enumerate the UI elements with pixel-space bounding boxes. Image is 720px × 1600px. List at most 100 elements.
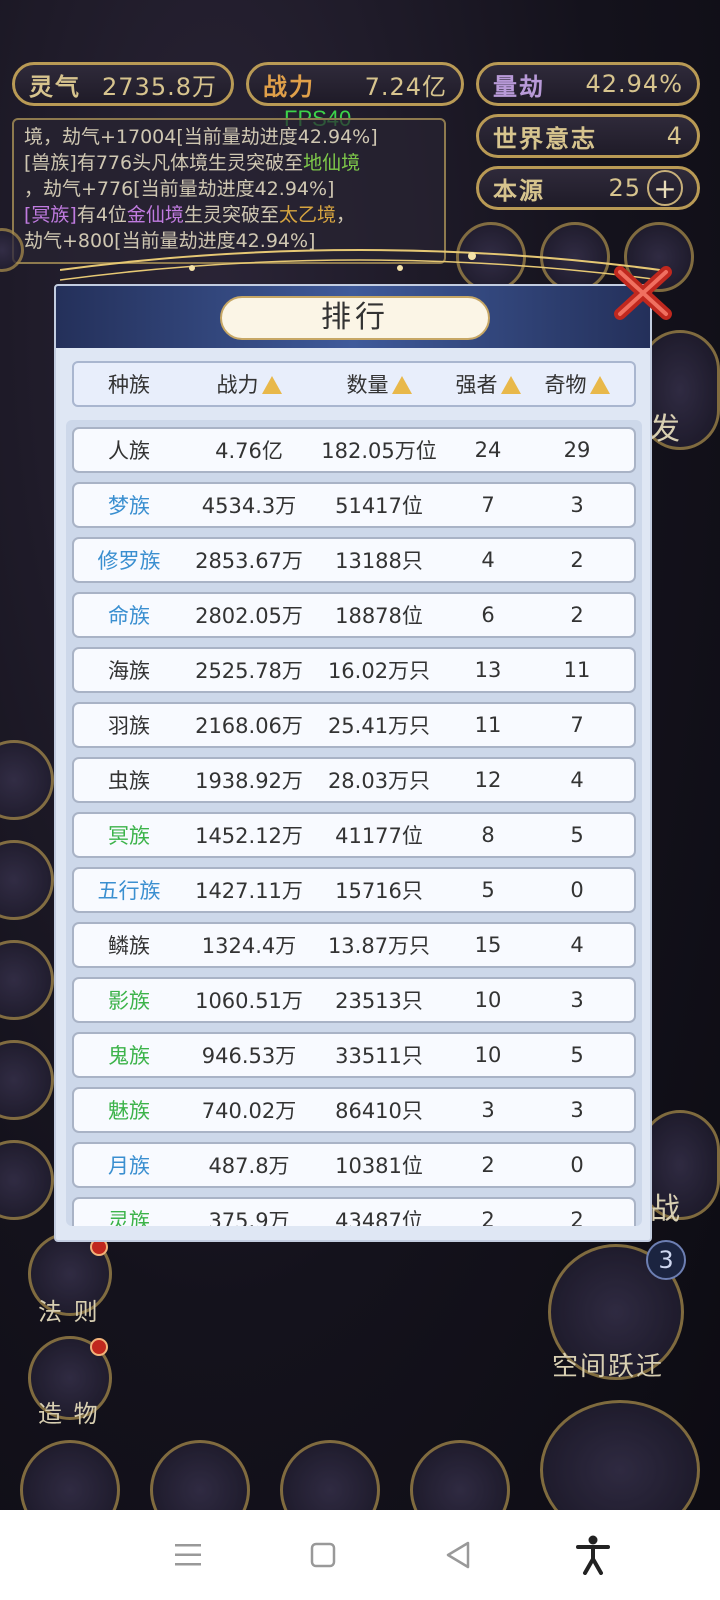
zhanli-label: 战力 [263,72,315,101]
table-row[interactable]: 月族 487.8万 10381位 2 0 [72,1142,636,1188]
power-cell: 2802.05万 [195,604,303,628]
race-cell: 灵族 [108,1209,150,1226]
items-cell: 3 [570,493,584,517]
strong-cell: 5 [481,878,495,902]
benyuan-pill[interactable]: 本源 25 + [476,166,700,210]
sort-count-button[interactable]: 数量 [314,369,444,399]
zhanli-value: 7.24亿 [364,72,447,101]
zaowu-label: 造 物 [38,1400,100,1428]
log-text: ， [335,204,355,226]
power-cell: 375.9万 [208,1209,290,1226]
power-cell: 1324.4万 [201,934,297,958]
menu-nav-button[interactable] [158,1525,218,1585]
table-row[interactable]: 灵族 375.9万 43487位 2 2 [72,1197,636,1226]
table-row[interactable]: 命族 2802.05万 18878位 6 2 [72,592,636,638]
table-row[interactable]: 鬼族 946.53万 33511只 10 5 [72,1032,636,1078]
strong-cell: 13 [474,658,502,682]
zhanli-pill[interactable]: 战力 7.24亿 [246,62,464,106]
table-row[interactable]: 羽族 2168.06万 25.41万只 11 7 [72,702,636,748]
count-cell: 23513只 [335,989,423,1013]
benyuan-value: 25 [608,174,641,202]
sort-power-button[interactable]: 战力 [184,369,314,399]
strong-cell: 12 [474,768,502,792]
power-cell: 4534.3万 [201,494,297,518]
table-row[interactable]: 虫族 1938.92万 28.03万只 12 4 [72,757,636,803]
items-cell: 29 [563,438,591,462]
log-line: 境，劫气+17004[当前量劫进度42.94%] [24,126,378,148]
col-header-count: 数量 [346,373,389,397]
count-cell: 33511只 [335,1044,423,1068]
table-row[interactable]: 梦族 4534.3万 51417位 7 3 [72,482,636,528]
home-square-icon [310,1542,335,1568]
count-cell: 13188只 [335,549,423,573]
race-cell: 冥族 [108,824,150,848]
log-realm: 地仙境 [303,152,361,174]
bottom-button-3[interactable] [280,1440,380,1510]
table-row[interactable]: 海族 2525.78万 16.02万只 13 11 [72,647,636,693]
log-text: 生灵突破至 [183,204,279,226]
log-realm: 太乙境 [278,204,336,226]
sort-strong-button[interactable]: 强者 [444,369,532,399]
ranking-list[interactable]: 人族 4.76亿 182.05万位 24 29 梦族 4534.3万 51417位 7 3 修罗族 2… [66,420,642,1226]
items-cell: 3 [570,988,584,1012]
items-cell: 5 [570,823,584,847]
right-partial-label: 发 [650,412,682,447]
accessibility-nav-button[interactable] [563,1525,623,1585]
table-row[interactable]: 影族 1060.51万 23513只 10 3 [72,977,636,1023]
count-cell: 86410只 [335,1099,423,1123]
log-text: [兽族]有776头凡体境生灵突破至 [24,152,304,174]
race-cell: 羽族 [108,714,150,738]
power-cell: 1060.51万 [195,989,303,1013]
close-icon[interactable] [612,262,674,324]
system-nav-bar [0,1510,720,1600]
table-row[interactable]: 鳞族 1324.4万 13.87万只 15 4 [72,922,636,968]
left-button-5[interactable] [0,1140,54,1220]
left-button-2[interactable] [0,840,54,920]
left-button-4[interactable] [0,1040,54,1120]
power-cell: 740.02万 [201,1099,297,1123]
accessibility-icon [575,1535,610,1575]
count-cell: 51417位 [335,494,423,518]
lingqi-pill[interactable]: 灵气 2735.8万 [12,62,234,106]
count-cell: 16.02万只 [327,659,431,683]
table-row[interactable]: 冥族 1452.12万 41177位 8 5 [72,812,636,858]
count-cell: 15716只 [335,879,423,903]
race-cell: 鬼族 [108,1044,150,1068]
table-row[interactable]: 人族 4.76亿 182.05万位 24 29 [72,427,636,473]
race-cell: 虫族 [108,769,150,793]
back-nav-button[interactable] [428,1525,488,1585]
left-button-3[interactable] [0,940,54,1020]
liangjie-pill[interactable]: 量劫 42.94% [476,62,700,106]
log-line: ，劫气+776[当前量劫进度42.94%] [24,178,335,200]
bottom-button-1[interactable] [20,1440,120,1510]
power-cell: 1427.11万 [195,879,303,903]
race-cell: 五行族 [97,879,161,903]
strong-cell: 10 [474,988,502,1012]
shijie-label: 世界意志 [493,124,597,153]
home-nav-button[interactable] [293,1525,353,1585]
bottom-button-2[interactable] [150,1440,250,1510]
shijie-pill[interactable]: 世界意志 4 [476,114,700,158]
bottom-button-5[interactable] [540,1400,700,1510]
log-line: [冥族]有4位金仙境生灵突破至太乙境， [24,202,434,228]
table-row[interactable]: 魅族 740.02万 86410只 3 3 [72,1087,636,1133]
sort-items-button[interactable]: 奇物 [532,369,622,399]
bottom-button-4[interactable] [410,1440,510,1510]
left-button-1[interactable] [0,740,54,820]
liangjie-value: 42.94% [585,70,683,98]
table-row[interactable]: 修罗族 2853.67万 13188只 4 2 [72,537,636,583]
power-cell: 487.8万 [208,1154,290,1178]
items-cell: 5 [570,1043,584,1067]
add-benyuan-button[interactable]: + [647,170,683,206]
ornament-arc [60,249,660,281]
lingqi-label: 灵气 [29,72,81,101]
log-text: 有4位 [76,204,127,226]
sort-arrow-icon [261,376,282,394]
strong-cell: 6 [481,603,495,627]
strong-cell: 15 [474,933,502,957]
sort-arrow-icon [589,376,610,394]
table-row[interactable]: 五行族 1427.11万 15716只 5 0 [72,867,636,913]
count-cell: 182.05万位 [321,439,437,463]
race-cell: 鳞族 [108,934,150,958]
menu-icon [174,1544,201,1566]
